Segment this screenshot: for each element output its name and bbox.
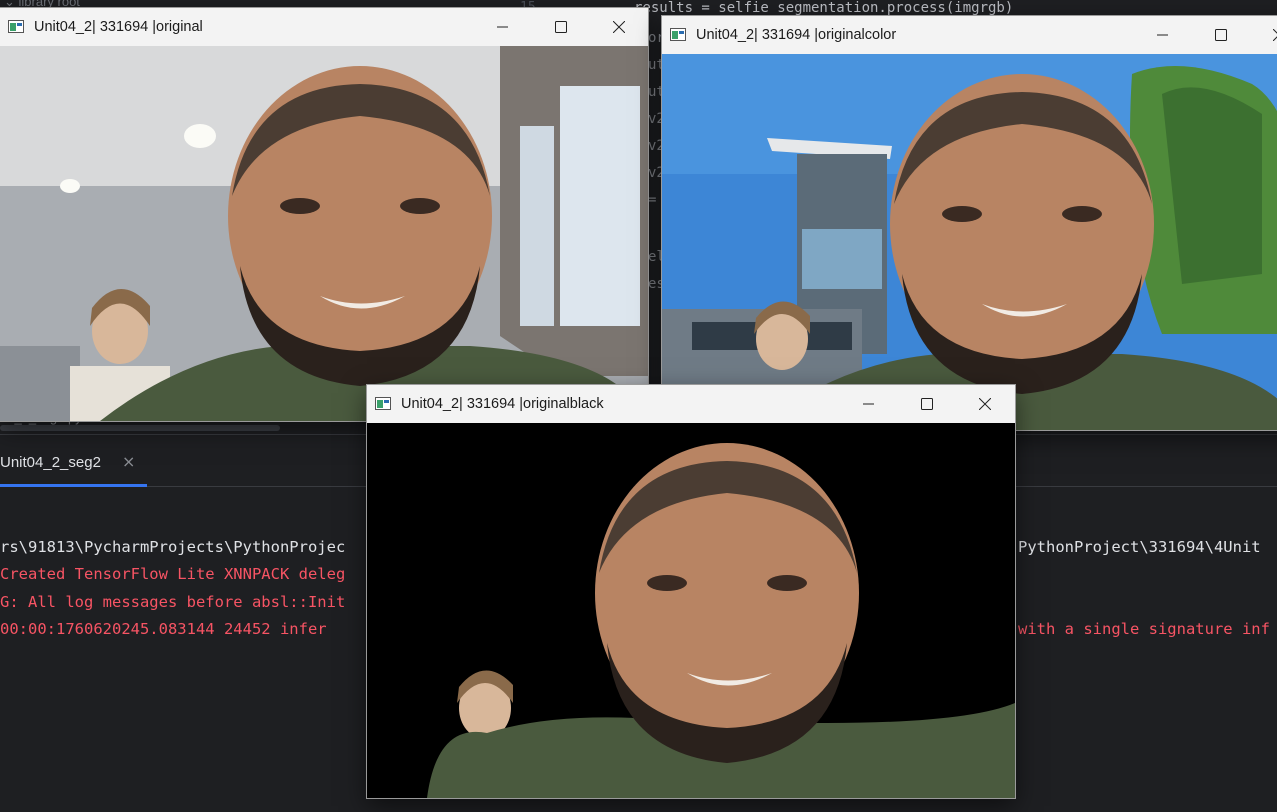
close-button[interactable] (1250, 16, 1277, 54)
webcam-image (367, 423, 1015, 798)
close-icon (613, 21, 625, 33)
run-tab[interactable]: Unit04_2_seg2 (0, 454, 101, 471)
window-originalblack[interactable]: Unit04_2| 331694 |originalblack (367, 385, 1015, 798)
console-path-tail: PythonProject\331694\4Unit (1018, 538, 1261, 556)
window-title: Unit04_2| 331694 |originalcolor (696, 27, 897, 43)
webcam-image (662, 54, 1277, 430)
webcam-frame-original (0, 46, 648, 421)
minimize-button[interactable] (840, 385, 898, 423)
window-original[interactable]: Unit04_2| 331694 |original (0, 8, 648, 421)
close-icon[interactable]: × (122, 452, 135, 471)
console-error-tail: with a single signature inf (1018, 620, 1270, 638)
close-icon (1273, 29, 1277, 41)
close-button[interactable] (956, 385, 1014, 423)
title-bar[interactable]: Unit04_2| 331694 |originalblack (367, 385, 1015, 423)
close-icon (979, 398, 991, 410)
title-bar[interactable]: Unit04_2| 331694 |original (0, 8, 648, 46)
code-line[interactable]: results = selfie_segmentation.process(im… (634, 0, 1013, 16)
console-path-line: rs\91813\PycharmProjects\PythonProjec (0, 538, 346, 556)
window-title: Unit04_2| 331694 |originalblack (401, 396, 604, 412)
maximize-icon (555, 21, 567, 33)
minimize-icon (863, 403, 874, 405)
minimize-icon (1157, 34, 1168, 36)
minimize-button[interactable] (474, 8, 532, 46)
opencv-window-icon (670, 28, 686, 41)
maximize-button[interactable] (532, 8, 590, 46)
opencv-window-icon (375, 397, 391, 410)
console-error-line: G: All log messages before absl::Init (0, 593, 346, 611)
title-bar[interactable]: Unit04_2| 331694 |originalcolor (662, 16, 1277, 54)
close-button[interactable] (590, 8, 648, 46)
console-error-line: 00:00:1760620245.083144 24452 infer (0, 620, 327, 638)
webcam-image (0, 46, 648, 421)
segmented-frame-black-background (367, 423, 1015, 798)
segmented-frame-color-background (662, 54, 1277, 430)
maximize-icon (1215, 29, 1227, 41)
opencv-window-icon (8, 20, 24, 33)
maximize-button[interactable] (898, 385, 956, 423)
minimize-icon (497, 26, 508, 28)
maximize-button[interactable] (1192, 16, 1250, 54)
horizontal-scrollbar[interactable] (0, 425, 280, 431)
minimize-button[interactable] (1134, 16, 1192, 54)
window-title: Unit04_2| 331694 |original (34, 19, 203, 35)
code-fragment: = (648, 192, 657, 208)
maximize-icon (921, 398, 933, 410)
window-originalcolor[interactable]: Unit04_2| 331694 |originalcolor (662, 16, 1277, 430)
console-error-line: Created TensorFlow Lite XNNPACK deleg (0, 565, 346, 583)
active-tab-indicator (0, 484, 147, 487)
